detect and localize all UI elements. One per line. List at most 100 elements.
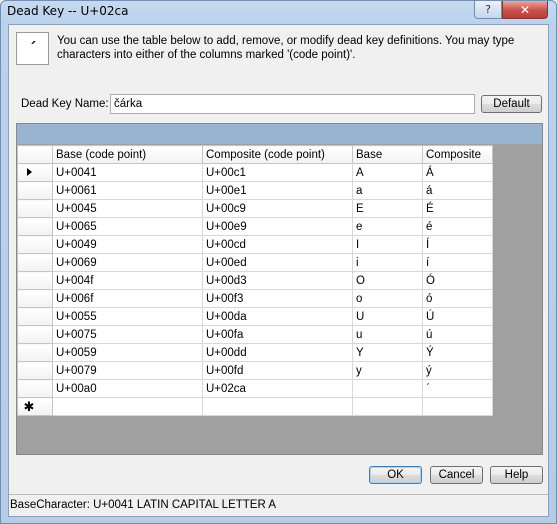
table-row[interactable]: U+0069 U+00ed i í — [17, 253, 493, 272]
row-header[interactable] — [17, 253, 53, 272]
cell-base[interactable]: y — [352, 361, 423, 380]
cell-composite[interactable]: á — [422, 181, 493, 200]
cell-base[interactable]: e — [352, 217, 423, 236]
cell-base[interactable] — [352, 379, 423, 398]
cell-composite[interactable]: ý — [422, 361, 493, 380]
row-header[interactable] — [17, 217, 53, 236]
new-row-cell[interactable] — [352, 397, 423, 416]
default-button[interactable]: Default — [481, 95, 542, 113]
cell-base-code-point[interactable]: U+0069 — [52, 253, 203, 272]
cell-composite-code-point[interactable]: U+00cd — [202, 235, 353, 254]
window-title: Dead Key -- U+02ca — [7, 4, 129, 18]
cell-base-code-point[interactable]: U+00a0 — [52, 379, 203, 398]
cell-base-code-point[interactable]: U+0041 — [52, 163, 203, 182]
row-header[interactable] — [17, 343, 53, 362]
row-header[interactable] — [17, 379, 53, 398]
row-header[interactable] — [17, 199, 53, 218]
cell-base-code-point[interactable]: U+0061 — [52, 181, 203, 200]
title-bar[interactable]: Dead Key -- U+02ca ? ✕ — [1, 1, 556, 23]
cell-base[interactable]: I — [352, 235, 423, 254]
table-row[interactable]: U+006f U+00f3 o ó — [17, 289, 493, 308]
dead-key-table[interactable]: Base (code point) Composite (code point)… — [16, 123, 543, 455]
cell-composite-code-point[interactable]: U+00fa — [202, 325, 353, 344]
cell-composite[interactable]: ó — [422, 289, 493, 308]
cell-composite-code-point[interactable]: U+00f3 — [202, 289, 353, 308]
table-row[interactable]: U+0061 U+00e1 a á — [17, 181, 493, 200]
cell-base[interactable]: U — [352, 307, 423, 326]
cell-composite[interactable]: Á — [422, 163, 493, 182]
table-row[interactable]: U+0055 U+00da U Ú — [17, 307, 493, 326]
cell-base[interactable]: i — [352, 253, 423, 272]
column-header-base-code-point[interactable]: Base (code point) — [52, 145, 203, 164]
row-header[interactable] — [17, 271, 53, 290]
table-row[interactable]: U+0049 U+00cd I Í — [17, 235, 493, 254]
cell-base-code-point[interactable]: U+006f — [52, 289, 203, 308]
cell-composite-code-point[interactable]: U+00d3 — [202, 271, 353, 290]
cell-base-code-point[interactable]: U+0059 — [52, 343, 203, 362]
table-row[interactable]: U+0059 U+00dd Y Ý — [17, 343, 493, 362]
cell-base-code-point[interactable]: U+0079 — [52, 361, 203, 380]
cell-composite[interactable]: Ý — [422, 343, 493, 362]
cell-composite-code-point[interactable]: U+00ed — [202, 253, 353, 272]
cell-composite[interactable]: Ú — [422, 307, 493, 326]
column-header-base[interactable]: Base — [352, 145, 423, 164]
cell-composite-code-point[interactable]: U+00e9 — [202, 217, 353, 236]
dead-key-grid[interactable]: Base (code point) Composite (code point)… — [17, 145, 493, 416]
cell-base-code-point[interactable]: U+0055 — [52, 307, 203, 326]
row-header[interactable] — [17, 163, 53, 182]
cell-composite[interactable]: Í — [422, 235, 493, 254]
dead-key-name-input[interactable]: čárka — [110, 94, 475, 114]
cell-base[interactable]: E — [352, 199, 423, 218]
cell-base[interactable]: o — [352, 289, 423, 308]
cancel-button[interactable]: Cancel — [430, 466, 483, 484]
table-row[interactable]: U+0041 U+00c1 A Á — [17, 163, 493, 182]
cell-base-code-point[interactable]: U+004f — [52, 271, 203, 290]
cell-base-code-point[interactable]: U+0065 — [52, 217, 203, 236]
cell-composite[interactable]: É — [422, 199, 493, 218]
table-row[interactable]: U+0045 U+00c9 E É — [17, 199, 493, 218]
table-row[interactable]: U+0075 U+00fa u ú — [17, 325, 493, 344]
cell-base[interactable]: a — [352, 181, 423, 200]
row-header[interactable] — [17, 181, 53, 200]
row-header[interactable] — [17, 307, 53, 326]
cell-composite-code-point[interactable]: U+00da — [202, 307, 353, 326]
column-header-composite-code-point[interactable]: Composite (code point) — [202, 145, 353, 164]
cell-composite[interactable]: é — [422, 217, 493, 236]
cell-base-code-point[interactable]: U+0075 — [52, 325, 203, 344]
new-row-cell[interactable] — [202, 397, 353, 416]
close-button[interactable]: ✕ — [502, 1, 548, 19]
new-row-cell[interactable] — [52, 397, 203, 416]
row-header[interactable] — [17, 235, 53, 254]
cell-composite-code-point[interactable]: U+00c1 — [202, 163, 353, 182]
row-header[interactable] — [17, 361, 53, 380]
ok-button[interactable]: OK — [369, 466, 422, 484]
cell-composite[interactable]: ˊ — [422, 379, 493, 398]
row-header[interactable] — [17, 289, 53, 308]
table-row[interactable]: U+0065 U+00e9 e é — [17, 217, 493, 236]
cell-composite[interactable]: ú — [422, 325, 493, 344]
cell-base[interactable]: u — [352, 325, 423, 344]
row-header[interactable] — [17, 325, 53, 344]
new-row-header[interactable]: ✱ — [17, 397, 53, 416]
help-button[interactable]: Help — [490, 466, 543, 484]
cell-composite[interactable]: í — [422, 253, 493, 272]
cell-composite-code-point[interactable]: U+00e1 — [202, 181, 353, 200]
column-header-composite[interactable]: Composite — [422, 145, 493, 164]
cell-composite[interactable]: Ó — [422, 271, 493, 290]
cell-composite-code-point[interactable]: U+00fd — [202, 361, 353, 380]
table-row[interactable]: U+0079 U+00fd y ý — [17, 361, 493, 380]
cell-composite-code-point[interactable]: U+02ca — [202, 379, 353, 398]
table-row[interactable]: U+004f U+00d3 O Ó — [17, 271, 493, 290]
table-row[interactable]: U+00a0 U+02ca ˊ — [17, 379, 493, 398]
cell-composite-code-point[interactable]: U+00dd — [202, 343, 353, 362]
cell-base[interactable]: Y — [352, 343, 423, 362]
cell-base-code-point[interactable]: U+0045 — [52, 199, 203, 218]
cell-base[interactable]: O — [352, 271, 423, 290]
cell-base[interactable]: A — [352, 163, 423, 182]
new-row[interactable]: ✱ — [17, 397, 493, 416]
cell-base-code-point[interactable]: U+0049 — [52, 235, 203, 254]
new-row-cell[interactable] — [422, 397, 493, 416]
help-title-button[interactable]: ? — [474, 1, 502, 19]
cell-composite-code-point[interactable]: U+00c9 — [202, 199, 353, 218]
row-header-corner[interactable] — [17, 145, 53, 164]
